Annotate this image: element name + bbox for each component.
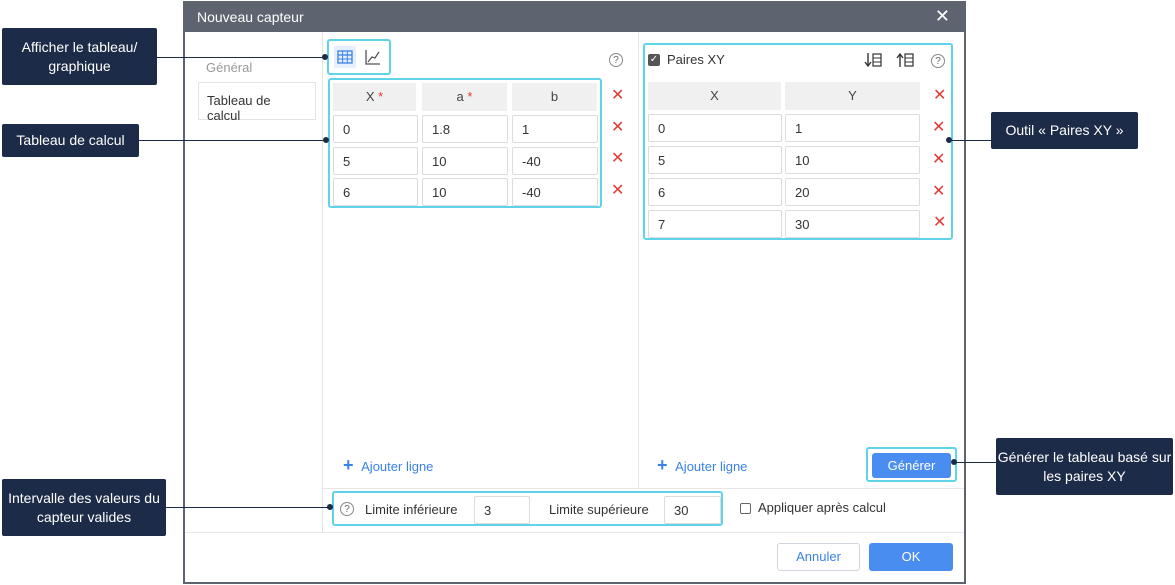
delete-row-icon[interactable]: ✕: [932, 184, 945, 200]
delete-row-icon[interactable]: ✕: [611, 151, 624, 167]
annotation-dot: [327, 504, 333, 510]
plus-icon: +: [657, 455, 668, 475]
xy-pairs-help-icon[interactable]: ?: [931, 54, 945, 68]
xy-add-row-label: Ajouter ligne: [675, 459, 748, 474]
annotation-dot: [322, 54, 328, 60]
view-toggle-group: [327, 39, 391, 75]
annotation-line: [166, 507, 330, 508]
table-view-button[interactable]: [334, 46, 356, 68]
panel-divider: [638, 32, 639, 489]
calc-b-input[interactable]: -40: [512, 147, 598, 175]
xy-pairs-label: Paires XY: [667, 52, 725, 67]
limits-help-icon[interactable]: ?: [340, 502, 354, 516]
calc-b-input[interactable]: -40: [512, 178, 598, 206]
annotation-generate: Générer le tableau basé sur les paires X…: [996, 438, 1173, 495]
annotation-dot: [946, 137, 952, 143]
delete-row-icon[interactable]: ✕: [932, 152, 945, 168]
delete-row-icon[interactable]: ✕: [932, 120, 945, 136]
xy-y-input[interactable]: 10: [785, 146, 920, 174]
lower-limit-label: Limite inférieure: [365, 502, 458, 517]
sidebar-item-calc-table[interactable]: Tableau de calcul: [198, 82, 316, 123]
dialog-titlebar: Nouveau capteur ✕: [185, 3, 964, 32]
footer-separator: [185, 532, 964, 533]
sensor-dialog: Nouveau capteur ✕ Général Tableau de cal…: [183, 1, 966, 584]
annotation-line: [139, 140, 326, 141]
calc-x-input[interactable]: 6: [333, 178, 418, 206]
xy-x-input[interactable]: 6: [648, 178, 782, 206]
apply-after-label: Appliquer après calcul: [758, 500, 886, 515]
delete-row-icon[interactable]: ✕: [611, 183, 624, 199]
chart-view-button[interactable]: [362, 46, 384, 68]
calc-b-input[interactable]: 1: [512, 115, 598, 143]
annotation-dot: [951, 459, 957, 465]
annotation-toggle-view: Afficher le tableau/ graphique: [2, 28, 157, 85]
xy-y-input[interactable]: 1: [785, 114, 920, 142]
calc-table-help-icon[interactable]: ?: [609, 53, 623, 67]
delete-row-icon[interactable]: ✕: [933, 88, 946, 104]
column-header-b: b: [512, 83, 597, 111]
column-header-x: X *: [333, 83, 416, 111]
xy-add-row-button[interactable]: + Ajouter ligne: [657, 455, 747, 476]
calc-table: X * a * b 0 1.8 1 5 10 -40 6 10 -40: [328, 78, 602, 208]
calc-add-row-label: Ajouter ligne: [361, 459, 434, 474]
generate-button[interactable]: Générer: [872, 453, 951, 478]
xy-x-input[interactable]: 7: [648, 210, 782, 238]
close-icon[interactable]: ✕: [935, 6, 950, 27]
delete-row-icon[interactable]: ✕: [933, 215, 946, 231]
limits-separator: [323, 488, 964, 489]
line-chart-icon: [365, 50, 380, 65]
annotation-calc-table: Tableau de calcul: [2, 124, 139, 157]
annotation-dot: [323, 137, 329, 143]
annotation-line: [157, 57, 325, 58]
xy-pairs-tool: ✓ Paires XY ? X Y 0 1 ✕ 5 10 ✕ 6 20 ✕ 7 …: [643, 43, 953, 240]
table-icon: [337, 50, 353, 64]
ok-button[interactable]: OK: [869, 543, 953, 571]
annotation-line: [955, 462, 996, 463]
annotation-valid-range: Intervalle des valeurs du capteur valide…: [2, 479, 166, 536]
annotation-xy-tool: Outil « Paires XY »: [991, 112, 1138, 149]
lower-limit-input[interactable]: 3: [474, 496, 530, 524]
calc-add-row-button[interactable]: + Ajouter ligne: [343, 455, 433, 476]
calc-a-input[interactable]: 10: [422, 178, 508, 206]
header-x-label: X: [365, 89, 375, 104]
required-mark: *: [378, 89, 384, 104]
delete-row-icon[interactable]: ✕: [611, 88, 624, 104]
xy-x-input[interactable]: 0: [648, 114, 782, 142]
calc-a-input[interactable]: 1.8: [422, 115, 508, 143]
sidebar: Général Tableau de calcul: [185, 32, 323, 532]
xy-column-header-y: Y: [785, 82, 920, 110]
sort-ascending-icon[interactable]: [896, 51, 914, 69]
xy-column-header-x: X: [648, 82, 781, 110]
xy-y-input[interactable]: 20: [785, 178, 920, 206]
generate-highlight: Générer: [866, 447, 957, 482]
xy-y-input[interactable]: 30: [785, 210, 920, 238]
upper-limit-input[interactable]: 30: [664, 496, 721, 524]
plus-icon: +: [343, 455, 354, 475]
sort-descending-icon[interactable]: [864, 51, 882, 69]
calc-a-input[interactable]: 10: [422, 147, 508, 175]
required-mark: *: [467, 89, 473, 104]
annotation-line: [949, 140, 991, 141]
upper-limit-label: Limite supérieure: [549, 502, 649, 517]
apply-after-checkbox[interactable]: [740, 503, 751, 514]
cancel-button[interactable]: Annuler: [777, 543, 860, 571]
calc-x-input[interactable]: 0: [333, 115, 418, 143]
column-header-a: a *: [422, 83, 507, 111]
delete-row-icon[interactable]: ✕: [611, 120, 624, 136]
calc-x-input[interactable]: 5: [333, 147, 418, 175]
valid-range-group: ? Limite inférieure 3 Limite supérieure …: [332, 491, 723, 526]
header-a-label: a: [456, 89, 464, 104]
xy-pairs-checkbox[interactable]: ✓: [648, 54, 660, 66]
dialog-title: Nouveau capteur: [197, 9, 304, 25]
xy-x-input[interactable]: 5: [648, 146, 782, 174]
